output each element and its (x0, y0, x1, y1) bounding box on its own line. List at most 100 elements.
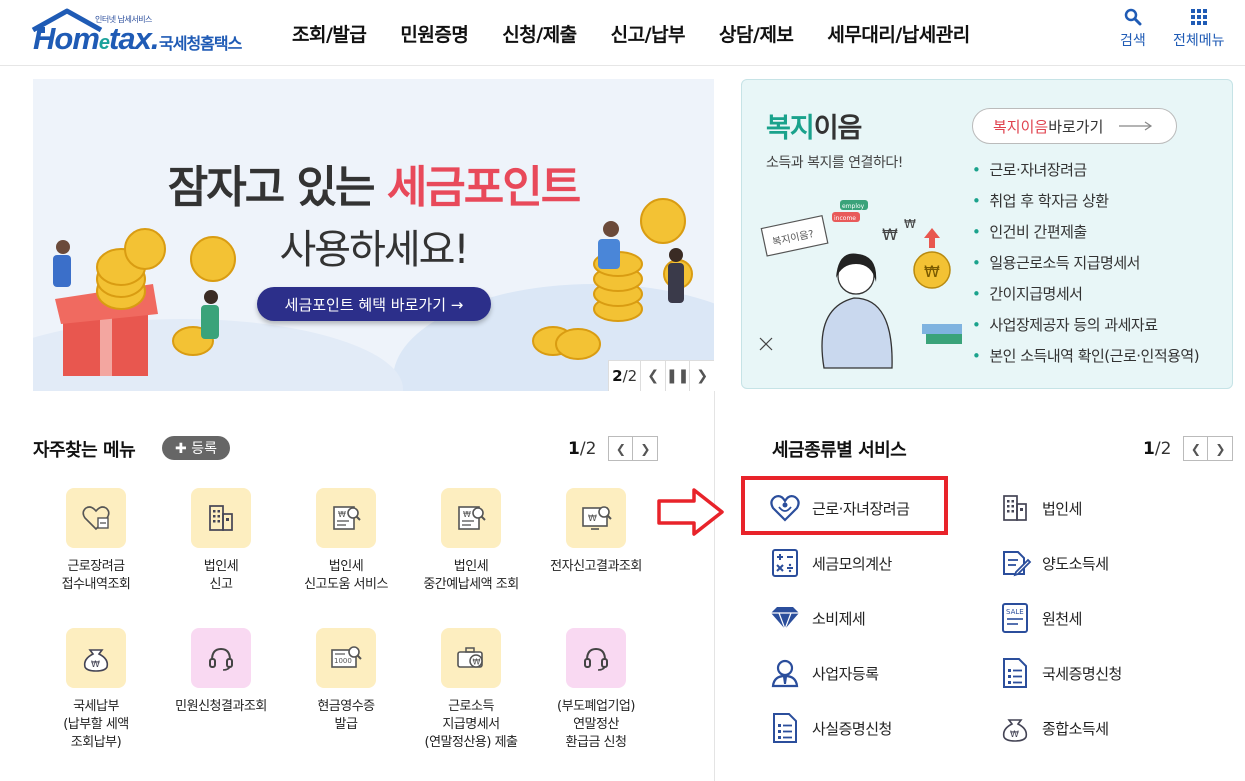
favorites-next-button[interactable]: ❯ (633, 436, 659, 461)
favorite-menu-item[interactable]: ₩ 근로소득 지급명세서 (연말정산용) 제출 (408, 628, 534, 752)
headset-icon (191, 628, 251, 688)
tax-service-item[interactable]: 소비제세 (768, 600, 866, 636)
welfare-item[interactable]: • 일용근로소득 지급명세서 (972, 253, 1199, 284)
welfare-item[interactable]: • 간이지급명세서 (972, 284, 1199, 315)
favorite-menu-item[interactable]: ₩ 국세납부 (납부할 세액 조회납부) (33, 628, 159, 752)
services-prev-button[interactable]: ❮ (1183, 436, 1209, 461)
tax-service-item[interactable]: 국세증명신청 (998, 655, 1122, 691)
nav-tax-agent[interactable]: 세무대리/납세관리 (827, 20, 970, 47)
document-icon (768, 711, 802, 745)
banner-prev-button[interactable]: ❮ (640, 360, 665, 391)
favorite-menu-item[interactable]: ₩ 법인세 중간예납세액 조회 (408, 488, 534, 594)
monitor-search-icon: ₩ (566, 488, 626, 548)
favorite-menu-label: 국세납부 (납부할 세액 조회납부) (63, 699, 129, 750)
favorites-prev-button[interactable]: ❮ (608, 436, 634, 461)
nav-consult-report[interactable]: 상담/제보 (719, 20, 794, 47)
services-next-button[interactable]: ❯ (1208, 436, 1234, 461)
svg-text:₩: ₩ (588, 514, 597, 524)
tax-service-label: 사업자등록 (812, 664, 879, 683)
tax-service-item[interactable]: 사업자등록 (768, 655, 879, 691)
sale-tag-icon: SALE (998, 601, 1032, 635)
favorite-menu-label: 민원신청결과조회 (175, 699, 267, 714)
favorite-menu-label: 법인세 신고도움 서비스 (304, 559, 388, 592)
favorite-menu-item[interactable]: 1000 현금영수증 발급 (283, 628, 409, 734)
svg-text:₩: ₩ (463, 510, 471, 519)
tax-service-label: 종합소득세 (1042, 719, 1109, 738)
tax-service-item[interactable]: 사실증명신청 (768, 710, 892, 746)
welfare-item[interactable]: • 취업 후 학자금 상환 (972, 191, 1199, 222)
banner-pause-button[interactable]: ❚❚ (664, 360, 690, 391)
services-page-indicator: 1/2 (1143, 438, 1172, 459)
main-banner[interactable]: 잠자고 있는 세금포인트 사용하세요! 세금포인트 혜택 바로가기 → 2/2 … (33, 79, 714, 391)
logo-korean-name: 국세청홈택스 (159, 34, 242, 53)
tax-service-item[interactable]: ₩ 종합소득세 (998, 710, 1109, 746)
all-menu-button[interactable]: 전체메뉴 (1173, 8, 1225, 50)
svg-text:₩: ₩ (338, 510, 346, 519)
money-bag-icon: ₩ (66, 628, 126, 688)
favorite-menu-item[interactable]: 민원신청결과조회 (158, 628, 284, 716)
welfare-link-panel: 복지이음 소득과 복지를 연결하다! 복지이음 바로가기 • 근로·자녀장려금 •… (741, 79, 1233, 389)
welfare-item[interactable]: • 근로·자녀장려금 (972, 160, 1199, 191)
diamond-icon (768, 601, 802, 635)
favorites-page-indicator: 1/2 (568, 438, 597, 459)
favorite-menu-label: 법인세 중간예납세액 조회 (423, 559, 519, 592)
banner-subheadline: 사용하세요! (279, 227, 469, 273)
tax-service-item[interactable]: SALE 원천세 (998, 600, 1082, 636)
heart-tag-icon (66, 488, 126, 548)
tax-service-item[interactable]: 세금모의계산 (768, 545, 892, 581)
services-pager: 1/2 ❮ ❯ (1143, 436, 1234, 461)
favorites-register-button[interactable]: ✚ 등록 (162, 436, 230, 460)
favorite-menu-item[interactable]: ₩ 법인세 신고도움 서비스 (283, 488, 409, 594)
welfare-item[interactable]: • 본인 소득내역 확인(근로·인적용역) (972, 346, 1200, 377)
nav-apply-submit[interactable]: 신청/제출 (502, 20, 577, 47)
hometax-logo[interactable]: 인터넷 납세서비스 Hometax. 국세청홈택스 (31, 4, 263, 60)
nav-civil-certificate[interactable]: 민원증명 (400, 20, 468, 47)
favorite-menu-label: (부도폐업기업) 연말정산 환급금 신청 (557, 699, 635, 750)
favorite-menu-label: 법인세 신고 (203, 559, 239, 592)
receipt-search-icon: 1000 (316, 628, 376, 688)
tax-service-label: 세금모의계산 (812, 554, 892, 573)
tax-point-benefit-button[interactable]: 세금포인트 혜택 바로가기 → (257, 287, 491, 321)
tax-service-item[interactable]: 양도소득세 (998, 545, 1109, 581)
person-icon (768, 656, 802, 690)
favorite-menu-item[interactable]: (부도폐업기업) 연말정산 환급금 신청 (533, 628, 659, 752)
search-label: 검색 (1120, 33, 1146, 49)
chevron-left-icon: ❮ (647, 368, 660, 384)
welfare-title: 복지이음 (766, 113, 862, 144)
favorite-menu-label: 근로장려금 접수내역조회 (61, 559, 131, 592)
welfare-item[interactable]: • 사업장제공자 등의 과세자료 (972, 315, 1199, 346)
banner-next-button[interactable]: ❯ (689, 360, 714, 391)
document-icon (998, 656, 1032, 690)
favorite-menu-item[interactable]: 법인세 신고 (158, 488, 284, 594)
calculator-icon (768, 546, 802, 580)
pause-icon: ❚❚ (665, 368, 690, 384)
svg-text:₩: ₩ (1010, 730, 1019, 740)
tax-service-label: 사실증명신청 (812, 719, 892, 738)
site-header: 인터넷 납세서비스 Hometax. 국세청홈택스 조회/발급 민원증명 신청/… (0, 0, 1245, 66)
nav-report-payment[interactable]: 신고/납부 (611, 20, 686, 47)
favorite-menu-item[interactable]: ₩ 전자신고결과조회 (533, 488, 659, 576)
welfare-illustration: 복지이음? income employ ₩ ₩ ₩ (759, 200, 962, 369)
document-search-icon: ₩ (316, 488, 376, 548)
search-button[interactable]: 검색 (1120, 8, 1146, 50)
search-icon (1124, 8, 1142, 26)
chevron-left-icon: ❮ (615, 441, 626, 456)
tax-service-label: 양도소득세 (1042, 554, 1109, 573)
tax-service-label: 법인세 (1042, 499, 1082, 518)
svg-text:₩: ₩ (91, 660, 100, 670)
favorite-menu-label: 전자신고결과조회 (550, 559, 642, 574)
tax-service-item[interactable]: 법인세 (998, 490, 1082, 526)
building-icon (191, 488, 251, 548)
pointer-arrow-icon (657, 488, 724, 536)
main-navigation: 조회/발급 민원증명 신청/제출 신고/납부 상담/제보 세무대리/납세관리 (292, 20, 1004, 47)
tax-service-label: 소비제세 (812, 609, 866, 628)
document-pen-icon (998, 546, 1032, 580)
welfare-shortcut-button[interactable]: 복지이음 바로가기 (972, 108, 1177, 144)
headset-icon (566, 628, 626, 688)
banner-headline: 잠자고 있는 세금포인트 (167, 162, 581, 213)
nav-lookup-issue[interactable]: 조회/발급 (292, 20, 367, 47)
svg-text:₩: ₩ (924, 262, 940, 281)
favorite-menu-item[interactable]: 근로장려금 접수내역조회 (33, 488, 159, 594)
building-icon (998, 491, 1032, 525)
welfare-item[interactable]: • 인건비 간편제출 (972, 222, 1199, 253)
